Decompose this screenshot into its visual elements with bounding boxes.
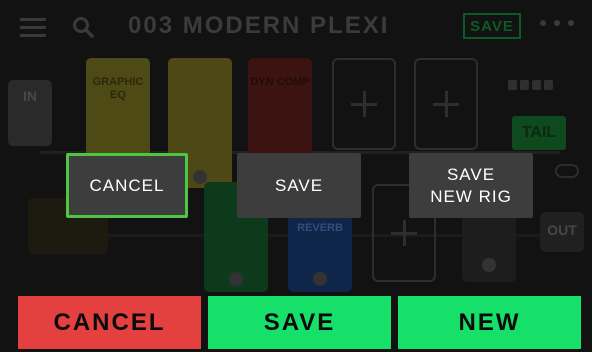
preset-name: 003 MODERN PLEXI <box>128 12 390 39</box>
more-dots-icon[interactable] <box>540 20 574 28</box>
dialog-save-button[interactable]: SAVE <box>237 153 361 218</box>
block-label: GRAPHIC EQ <box>92 76 144 101</box>
dialog-cancel-button[interactable]: CANCEL <box>66 153 188 218</box>
block-label: DYN COMP <box>250 76 310 88</box>
footswitch-icon <box>313 272 327 286</box>
dialog-save-new-rig-button[interactable]: SAVE NEW RIG <box>409 153 533 218</box>
amp-indicator-icon <box>508 80 553 90</box>
empty-slot-plus-icon <box>332 58 396 150</box>
bottom-save-button[interactable]: SAVE <box>208 296 391 349</box>
output-block: OUT <box>540 212 584 252</box>
header-save-button[interactable]: SAVE <box>463 13 521 39</box>
footswitch-icon <box>193 170 207 184</box>
input-label: IN <box>23 88 37 104</box>
footswitch-icon <box>229 272 243 286</box>
empty-slot-plus-icon <box>414 58 478 150</box>
output-label: OUT <box>547 222 577 238</box>
input-block: IN <box>8 80 52 146</box>
hamburger-icon[interactable] <box>20 18 46 37</box>
footswitch-icon <box>482 258 496 272</box>
split-icon <box>555 164 579 178</box>
search-icon[interactable] <box>72 16 94 38</box>
bottom-cancel-button[interactable]: CANCEL <box>18 296 201 349</box>
tail-block: TAIL <box>512 116 566 150</box>
top-bar: 003 MODERN PLEXI SAVE <box>0 0 592 48</box>
block-label: REVERB <box>297 222 343 234</box>
bottom-new-button[interactable]: NEW <box>398 296 581 349</box>
rig-save-screen: 003 MODERN PLEXI SAVE IN GRAPHIC EQ DYN … <box>0 0 592 352</box>
